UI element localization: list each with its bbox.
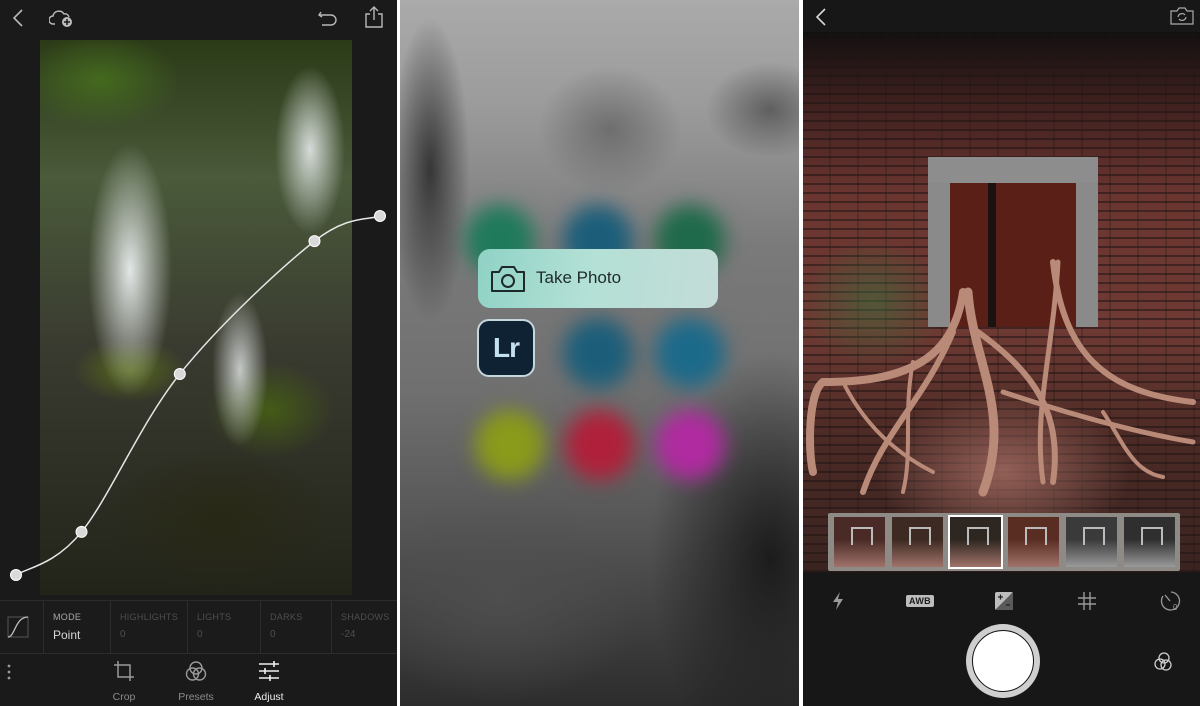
lightroom-app-icon[interactable]: Lr	[479, 321, 533, 375]
tone-curve-line	[15, 215, 381, 576]
curve-icon	[7, 616, 29, 638]
tone-curve-toolbar: MODE Point HIGHLIGHTS 0 LIGHTS 0 DARKS 0 SHADOWS…	[0, 600, 397, 654]
timer-icon: 0	[1160, 591, 1181, 612]
awb-label: AWB	[906, 595, 934, 607]
take-photo-quick-action[interactable]: Take Photo	[478, 249, 718, 308]
shutter-inner	[972, 630, 1034, 692]
presets-icon	[185, 661, 207, 681]
presets-icon	[1154, 652, 1172, 671]
curve-control-point-1[interactable]	[10, 569, 22, 581]
switch-camera-button[interactable]	[1169, 5, 1195, 27]
thumbnail-window	[1141, 527, 1163, 545]
lightroom-camera-screen: AWB 0	[803, 0, 1200, 706]
thumbnail-window	[851, 527, 873, 545]
tool-highlights[interactable]: HIGHLIGHTS 0	[110, 601, 188, 653]
white-balance-button[interactable]: AWB	[905, 590, 935, 612]
flash-button[interactable]	[824, 590, 852, 612]
tool-value: Point	[53, 628, 81, 642]
more-vertical-icon	[7, 664, 11, 680]
curve-control-point-5[interactable]	[374, 210, 386, 222]
tool-lights[interactable]: LIGHTS 0	[187, 601, 261, 653]
tool-value: -24	[341, 629, 356, 640]
filter-thumbnail-1[interactable]	[834, 517, 885, 567]
tool-darks[interactable]: DARKS 0	[260, 601, 332, 653]
filter-thumbnail-5[interactable]	[1066, 517, 1117, 567]
camera-viewfinder[interactable]	[803, 32, 1200, 572]
crop-icon	[114, 661, 134, 681]
nav-crop-label: Crop	[112, 691, 136, 703]
nav-presets-label: Presets	[178, 691, 214, 703]
thumbnail-window	[1025, 527, 1047, 545]
curve-control-point-4[interactable]	[308, 235, 321, 248]
curve-type-button[interactable]	[0, 601, 43, 653]
blurred-app-icon	[475, 410, 545, 480]
tool-label: DARKS	[270, 612, 303, 622]
exposure-icon	[995, 592, 1013, 610]
curve-control-point-3[interactable]	[173, 367, 186, 380]
presets-button[interactable]	[1151, 650, 1175, 674]
filter-thumbnail-3[interactable]	[948, 515, 1003, 569]
timer-button[interactable]: 0	[1156, 590, 1184, 612]
exposure-button[interactable]	[990, 590, 1018, 612]
thumbnail-window	[967, 527, 989, 545]
tone-curve[interactable]	[0, 0, 397, 600]
tool-label: LIGHTS	[197, 612, 232, 622]
blurred-app-icon	[565, 410, 635, 480]
home-screen-3d-touch: Take Photo Lr	[400, 0, 799, 706]
app-icon-label: Lr	[493, 332, 520, 363]
lightroom-edit-screen: MODE Point HIGHLIGHTS 0 LIGHTS 0 DARKS 0 SHADOWS…	[0, 0, 397, 706]
nav-presets[interactable]: Presets	[166, 660, 226, 703]
filter-thumbnail-4[interactable]	[1008, 517, 1059, 567]
flash-icon	[833, 592, 843, 610]
nav-adjust[interactable]: Adjust	[239, 660, 299, 703]
tool-value: 0	[197, 629, 203, 640]
blurred-app-icon	[563, 318, 633, 388]
blurred-app-icon	[655, 318, 725, 388]
tool-shadows[interactable]: SHADOWS -24	[331, 601, 397, 653]
thumbnail-window	[1083, 527, 1105, 545]
filter-thumbnail-2[interactable]	[892, 517, 943, 567]
chevron-left-icon	[815, 8, 826, 26]
tool-mode[interactable]: MODE Point	[43, 601, 111, 653]
tool-label: SHADOWS	[341, 612, 390, 622]
tool-label: MODE	[53, 612, 82, 622]
back-button[interactable]	[811, 6, 831, 28]
tool-value: 0	[270, 629, 276, 640]
take-photo-label: Take Photo	[536, 268, 622, 287]
filter-thumbnail-6[interactable]	[1124, 517, 1175, 567]
grid-button[interactable]	[1073, 590, 1101, 612]
nav-adjust-label: Adjust	[254, 691, 284, 703]
filter-filmstrip	[828, 513, 1180, 571]
tool-label: HIGHLIGHTS	[120, 612, 179, 622]
curve-control-point-2[interactable]	[75, 525, 88, 538]
thumbnail-window	[909, 527, 931, 545]
timer-value: 0	[1173, 603, 1178, 612]
shutter-button[interactable]	[966, 624, 1040, 698]
nav-crop[interactable]: Crop	[94, 660, 154, 703]
grid-icon	[1078, 592, 1096, 610]
switch-camera-icon	[1170, 7, 1194, 25]
camera-icon	[491, 266, 525, 292]
tool-value: 0	[120, 629, 126, 640]
more-options-button[interactable]	[2, 660, 16, 684]
tree-roots-in-photo	[806, 259, 1196, 497]
adjust-sliders-icon	[259, 661, 279, 681]
blurred-app-icon	[655, 410, 725, 480]
